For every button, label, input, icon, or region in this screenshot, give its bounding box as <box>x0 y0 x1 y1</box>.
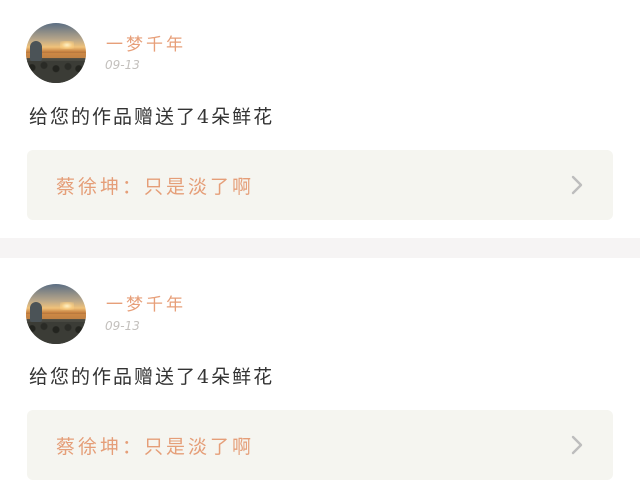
notification-message: 给您的作品赠送了4朵鲜花 <box>29 106 275 128</box>
notification-message: 给您的作品赠送了4朵鲜花 <box>29 366 275 388</box>
username[interactable]: 一梦千年 <box>106 30 186 55</box>
notification-feed: 一梦千年 09-13 给您的作品赠送了4朵鲜花 蔡徐坤：只是淡了啊 一梦千年 0… <box>0 0 640 494</box>
section-divider <box>0 238 640 258</box>
notification-card: 一梦千年 09-13 给您的作品赠送了4朵鲜花 蔡徐坤：只是淡了啊 <box>0 0 640 238</box>
avatar-sun <box>60 302 74 310</box>
reply-content: 只是淡了啊 <box>144 436 255 458</box>
reply-preview[interactable]: 蔡徐坤：只是淡了啊 <box>27 150 613 220</box>
reply-text-line: 蔡徐坤：只是淡了啊 <box>56 172 254 199</box>
reply-separator: ： <box>122 436 145 458</box>
avatar-sun <box>60 41 74 49</box>
avatar-crowd <box>26 61 86 83</box>
chevron-right-icon[interactable] <box>565 433 589 457</box>
username[interactable]: 一梦千年 <box>106 290 186 315</box>
avatar[interactable] <box>26 23 86 83</box>
avatar[interactable] <box>26 284 86 344</box>
timestamp: 09-13 <box>105 319 140 333</box>
avatar-person <box>30 302 42 322</box>
reply-author: 蔡徐坤 <box>56 436 123 458</box>
reply-content: 只是淡了啊 <box>144 176 255 198</box>
avatar-crowd <box>26 322 86 344</box>
reply-separator: ： <box>122 176 145 198</box>
notification-card: 一梦千年 09-13 给您的作品赠送了4朵鲜花 蔡徐坤：只是淡了啊 <box>0 258 640 494</box>
chevron-right-icon[interactable] <box>565 173 589 197</box>
reply-text-line: 蔡徐坤：只是淡了啊 <box>56 432 254 459</box>
timestamp: 09-13 <box>105 58 140 72</box>
avatar-person <box>30 41 42 61</box>
reply-preview[interactable]: 蔡徐坤：只是淡了啊 <box>27 410 613 480</box>
reply-author: 蔡徐坤 <box>56 176 123 198</box>
